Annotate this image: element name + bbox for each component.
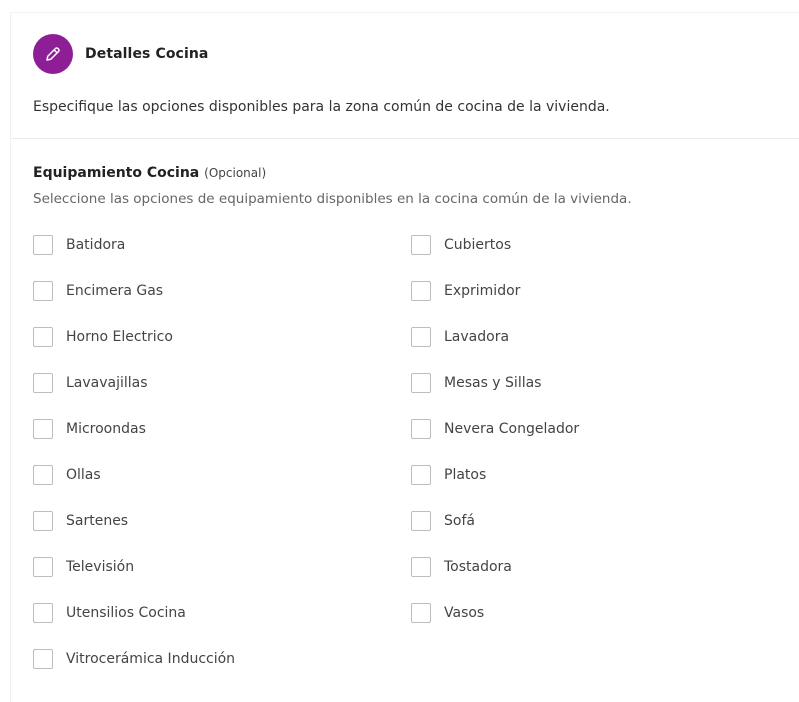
option-television[interactable]: Televisión bbox=[33, 555, 134, 579]
checkbox[interactable] bbox=[411, 373, 431, 393]
checkbox[interactable] bbox=[411, 327, 431, 347]
option-label: Televisión bbox=[66, 559, 135, 575]
option-label: Encimera Gas bbox=[66, 283, 164, 299]
option-label: Vitrocerámica Inducción bbox=[66, 651, 236, 667]
option-label: Microondas bbox=[66, 421, 146, 437]
option-label: Vasos bbox=[444, 605, 485, 621]
section-description: Especifique las opciones disponibles par… bbox=[33, 99, 610, 115]
group-title-text: Equipamiento Cocina bbox=[33, 165, 200, 181]
checkbox[interactable] bbox=[33, 327, 53, 347]
option-batidora[interactable]: Batidora bbox=[33, 233, 125, 257]
checkbox[interactable] bbox=[33, 557, 53, 577]
option-encimera-gas[interactable]: Encimera Gas bbox=[33, 279, 163, 303]
option-vitroceramica-induccion[interactable]: Vitrocerámica Inducción bbox=[33, 647, 235, 671]
checkbox[interactable] bbox=[33, 373, 53, 393]
section-title: Detalles Cocina bbox=[85, 46, 209, 62]
checkbox[interactable] bbox=[411, 465, 431, 485]
option-label: Utensilios Cocina bbox=[66, 605, 186, 621]
option-tostadora[interactable]: Tostadora bbox=[411, 555, 512, 579]
option-lavavajillas[interactable]: Lavavajillas bbox=[33, 371, 148, 395]
checkbox[interactable] bbox=[33, 281, 53, 301]
option-utensilios-cocina[interactable]: Utensilios Cocina bbox=[33, 601, 186, 625]
option-nevera-congelador[interactable]: Nevera Congelador bbox=[411, 417, 579, 441]
checkbox[interactable] bbox=[411, 511, 431, 531]
option-label: Sofá bbox=[444, 513, 475, 529]
checkbox[interactable] bbox=[33, 603, 53, 623]
option-ollas[interactable]: Ollas bbox=[33, 463, 101, 487]
option-label: Exprimidor bbox=[444, 283, 521, 299]
pencil-icon bbox=[33, 34, 73, 74]
option-lavadora[interactable]: Lavadora bbox=[411, 325, 509, 349]
option-mesas-y-sillas[interactable]: Mesas y Sillas bbox=[411, 371, 541, 395]
option-label: Platos bbox=[444, 467, 487, 483]
option-cubiertos[interactable]: Cubiertos bbox=[411, 233, 511, 257]
checkbox[interactable] bbox=[33, 465, 53, 485]
section-divider bbox=[11, 138, 799, 139]
option-label: Tostadora bbox=[444, 559, 512, 575]
option-label: Batidora bbox=[66, 237, 126, 253]
option-sofa[interactable]: Sofá bbox=[411, 509, 475, 533]
checkbox[interactable] bbox=[33, 235, 53, 255]
group-title: Equipamiento Cocina (Opcional) bbox=[33, 165, 266, 181]
checkbox[interactable] bbox=[411, 235, 431, 255]
optional-label: (Opcional) bbox=[204, 166, 267, 180]
option-horno-electrico[interactable]: Horno Electrico bbox=[33, 325, 173, 349]
checkbox[interactable] bbox=[411, 603, 431, 623]
option-label: Lavavajillas bbox=[66, 375, 148, 391]
kitchen-details-card: Detalles Cocina Especifique las opciones… bbox=[10, 12, 799, 702]
option-label: Mesas y Sillas bbox=[444, 375, 542, 391]
option-label: Ollas bbox=[66, 467, 101, 483]
checkbox[interactable] bbox=[33, 511, 53, 531]
option-label: Horno Electrico bbox=[66, 329, 173, 345]
option-label: Cubiertos bbox=[444, 237, 512, 253]
option-exprimidor[interactable]: Exprimidor bbox=[411, 279, 520, 303]
option-microondas[interactable]: Microondas bbox=[33, 417, 146, 441]
checkbox[interactable] bbox=[33, 649, 53, 669]
option-sartenes[interactable]: Sartenes bbox=[33, 509, 128, 533]
section-header: Detalles Cocina bbox=[33, 33, 208, 75]
checkbox[interactable] bbox=[411, 557, 431, 577]
option-label: Sartenes bbox=[66, 513, 129, 529]
option-label: Lavadora bbox=[444, 329, 510, 345]
checkbox[interactable] bbox=[33, 419, 53, 439]
checkbox[interactable] bbox=[411, 281, 431, 301]
option-vasos[interactable]: Vasos bbox=[411, 601, 484, 625]
option-label: Nevera Congelador bbox=[444, 421, 580, 437]
option-platos[interactable]: Platos bbox=[411, 463, 486, 487]
checkbox[interactable] bbox=[411, 419, 431, 439]
group-description: Seleccione las opciones de equipamiento … bbox=[33, 191, 632, 207]
